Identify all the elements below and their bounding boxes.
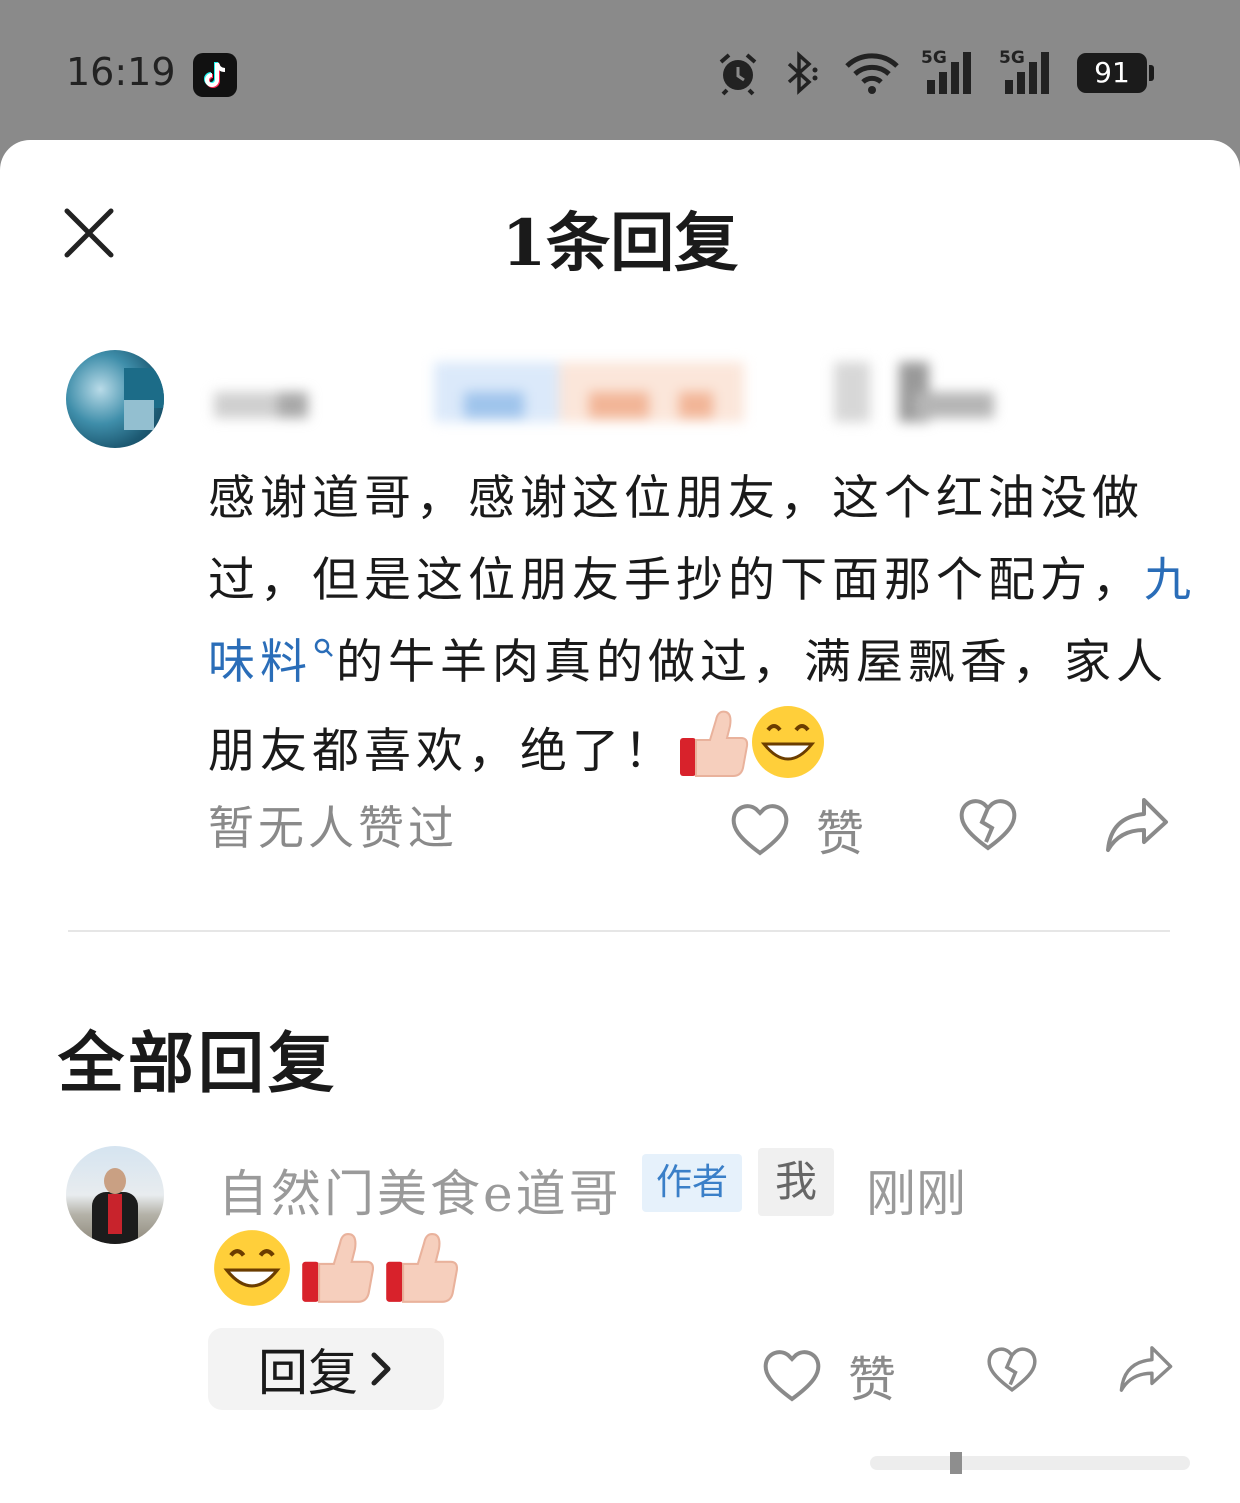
dislike-button[interactable] (958, 796, 1018, 852)
likes-status: 暂无人赞过 (208, 801, 458, 855)
battery-level: 91 (1077, 53, 1147, 93)
dislike-button[interactable] (986, 1344, 1038, 1394)
like-button[interactable]: 赞 (730, 794, 864, 864)
bluetooth-icon (787, 51, 818, 95)
author-badge: 作者 (642, 1154, 742, 1212)
thumbs-up-emoji-icon (676, 706, 750, 804)
broken-heart-icon (987, 1347, 1037, 1392)
thumbs-up-emoji-icon (302, 1232, 375, 1303)
reply-author-name[interactable]: 自然门美食e道哥 (218, 1154, 622, 1226)
like-label: 赞 (848, 1352, 897, 1408)
heart-icon (731, 804, 789, 856)
heart-icon (763, 1350, 821, 1402)
like-label: 赞 (816, 806, 865, 862)
reply-sheet: 1条回复 感谢道哥，感谢这位朋友，这个红油没做过，但是这位朋友手抄的下面那个配方… (0, 140, 1240, 1503)
reply-timestamp: 刚刚 (866, 1165, 966, 1223)
broken-heart-icon (959, 799, 1017, 851)
signal-icon: 5G (921, 48, 979, 98)
like-button[interactable]: 赞 (762, 1340, 896, 1410)
watermark (870, 1452, 1190, 1474)
battery-icon: 91 (1077, 53, 1154, 93)
avatar[interactable] (66, 1146, 164, 1244)
comment-text: 感谢道哥，感谢这位朋友，这个红油没做过，但是这位朋友手抄的下面那个配方，九味料的… (208, 458, 1198, 806)
reply-content (212, 1228, 460, 1308)
sheet-title: 1条回复 (501, 206, 739, 281)
divider (68, 930, 1170, 932)
chevron-right-icon (371, 1352, 391, 1386)
reply-button-label: 回复 (258, 1344, 358, 1402)
search-icon (314, 638, 333, 657)
reply-button[interactable]: 回复 (208, 1328, 444, 1410)
all-replies-title: 全部回复 (58, 1024, 338, 1102)
me-badge: 我 (758, 1148, 834, 1216)
signal-icon: 5G (999, 48, 1057, 98)
avatar[interactable] (66, 350, 164, 448)
status-time: 16:19 (66, 50, 176, 94)
share-button[interactable] (1104, 796, 1170, 854)
grin-emoji-icon (214, 1230, 290, 1306)
share-icon (1119, 1346, 1173, 1392)
alarm-icon (719, 53, 757, 96)
share-icon (1106, 798, 1168, 852)
comment-text-part: 感谢道哥，感谢这位朋友，这个红油没做过，但是这位朋友手抄的下面那个配方， (208, 471, 1144, 608)
wifi-icon (845, 53, 899, 94)
tiktok-icon (193, 53, 237, 97)
status-bar: 16:19 5G 5G 91 (0, 0, 1240, 140)
share-button[interactable] (1118, 1344, 1174, 1394)
grin-emoji-icon (750, 704, 826, 806)
thumbs-up-emoji-icon (386, 1232, 459, 1303)
redacted-username (214, 362, 994, 422)
